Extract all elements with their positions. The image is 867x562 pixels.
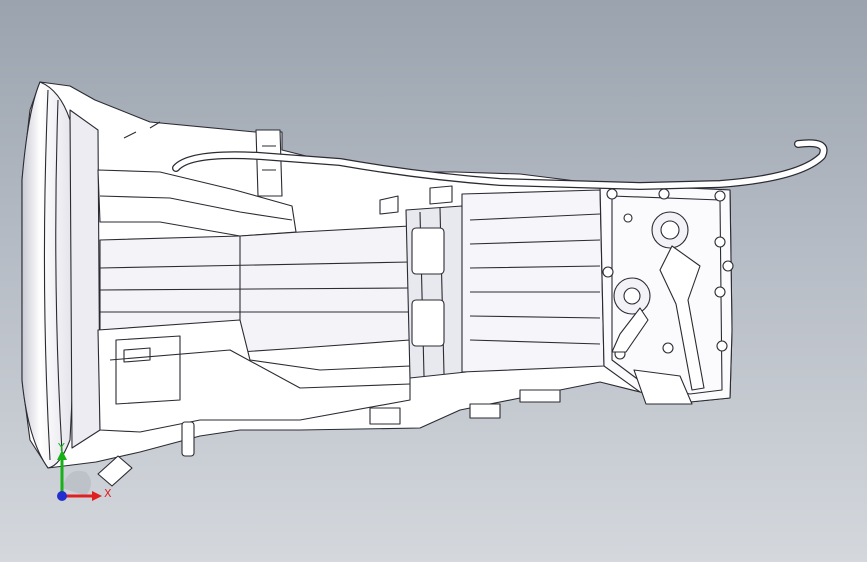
sensor-plug xyxy=(181,421,195,457)
x-axis-label: X xyxy=(104,487,112,500)
collar-block-2 xyxy=(411,299,445,347)
axis-triad xyxy=(57,450,102,501)
top-boss xyxy=(255,129,283,197)
bell-flange xyxy=(69,109,101,449)
selector-hub-lower-inner xyxy=(623,287,641,305)
y-axis-label: Y xyxy=(58,441,65,454)
transmission-model[interactable] xyxy=(0,0,867,562)
collar-block xyxy=(411,227,445,275)
cad-3d-viewport[interactable]: Y X xyxy=(0,0,867,562)
selector-hub-upper-inner xyxy=(660,220,680,240)
z-axis-dot xyxy=(57,491,67,501)
x-axis-arrow xyxy=(92,491,102,501)
triad-plane xyxy=(62,470,91,496)
